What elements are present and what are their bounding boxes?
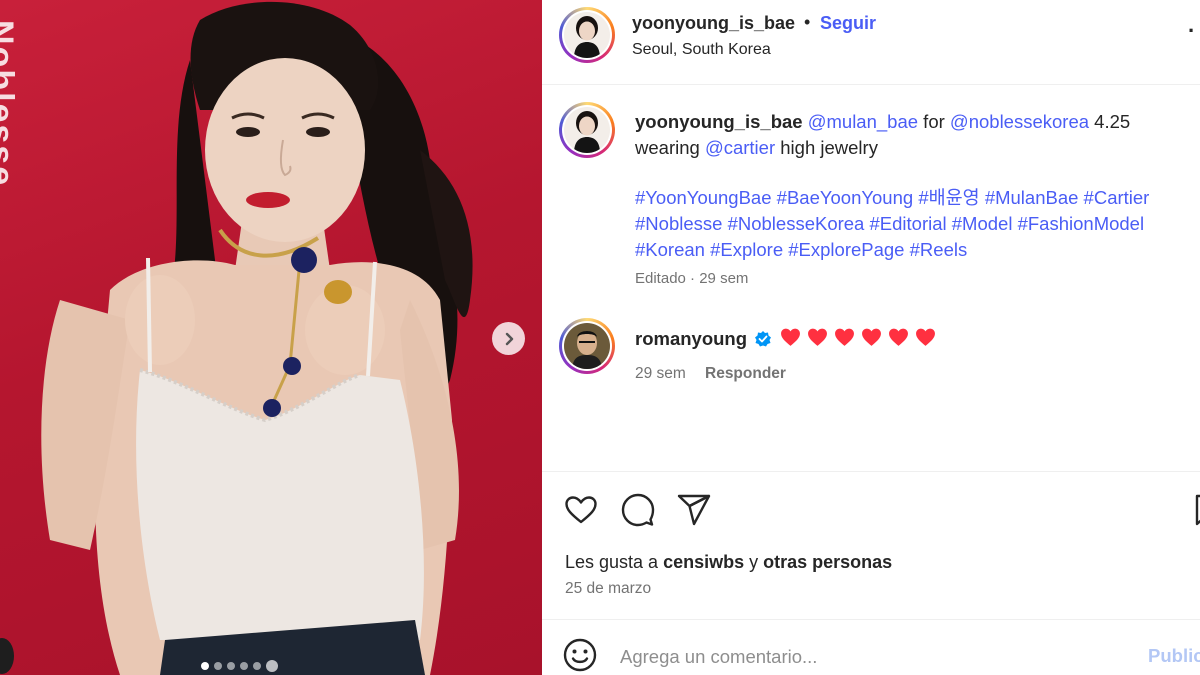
likes-middle: y — [744, 552, 764, 572]
avatar-photo — [564, 12, 610, 58]
hashtag-link[interactable]: #Model — [952, 213, 1013, 234]
liker-username[interactable]: censiwbs — [663, 552, 744, 572]
red-heart-icon — [889, 328, 908, 346]
commenter-avatar[interactable] — [559, 318, 615, 374]
mention-link[interactable]: @mulan_bae — [808, 111, 918, 132]
post-author-username[interactable]: yoonyoung_is_bae — [632, 13, 795, 34]
carousel-dot — [266, 660, 278, 672]
hashtag-list: #YoonYoungBae #BaeYoonYoung #배윤영 #MulanB… — [635, 185, 1195, 263]
likes-prefix: Les gusta a — [565, 552, 664, 572]
more-options-button[interactable]: · — [1188, 18, 1195, 44]
avatar-photo — [564, 323, 610, 369]
other-likers-link[interactable]: otras personas — [763, 552, 892, 572]
carousel-dot — [201, 662, 209, 670]
avatar-photo — [564, 107, 610, 153]
verified-badge-icon — [755, 331, 771, 347]
publish-comment-button[interactable]: Publicar — [1148, 645, 1200, 667]
red-heart-icon — [808, 328, 827, 346]
like-button[interactable] — [563, 492, 599, 528]
bookmark-icon — [1195, 494, 1200, 526]
post-header: yoonyoung_is_bae • Seguir Seoul, South K… — [542, 0, 1200, 85]
mention-link[interactable]: @noblessekorea — [950, 111, 1089, 132]
next-slide-button[interactable] — [492, 322, 525, 355]
carousel-dot — [214, 662, 222, 670]
hashtag-link[interactable]: #BaeYoonYoung — [777, 187, 914, 208]
header-separator: • — [804, 12, 811, 32]
carousel-dot — [253, 662, 261, 670]
heart-icon — [565, 496, 597, 524]
red-heart-icon — [862, 328, 881, 346]
divider — [542, 619, 1200, 620]
comment-age: 29 sem — [635, 365, 686, 382]
hashtag-link[interactable]: #YoonYoungBae — [635, 187, 772, 208]
caption-age: 29 sem — [699, 270, 749, 287]
smiley-icon — [563, 638, 597, 672]
meta-separator: · — [685, 270, 700, 287]
divider — [542, 471, 1200, 472]
comment-text — [780, 327, 936, 348]
hashtag-link[interactable]: #배윤영 — [918, 187, 979, 208]
red-heart-icon — [781, 328, 800, 346]
red-heart-icon — [835, 328, 854, 346]
reply-button[interactable]: Responder — [705, 365, 786, 383]
hashtag-link[interactable]: #Reels — [910, 239, 968, 260]
carousel-dot — [227, 662, 235, 670]
post-caption: yoonyoung_is_bae @mulan_bae for @nobless… — [635, 109, 1195, 263]
caption-text: high jewelry — [775, 137, 878, 158]
hashtag-link[interactable]: #FashionModel — [1018, 213, 1145, 234]
hashtag-link[interactable]: #Cartier — [1084, 187, 1150, 208]
comment-bubble-icon — [621, 493, 655, 527]
hashtag-link[interactable]: #Korean — [635, 239, 705, 260]
save-button[interactable] — [1188, 492, 1200, 528]
comment-input[interactable] — [620, 643, 1140, 671]
post-media: Noblesse — [0, 0, 542, 675]
follow-button[interactable]: Seguir — [820, 13, 876, 34]
caption-meta: Editado · 29 sem — [635, 270, 748, 287]
hashtag-link[interactable]: #Noblesse — [635, 213, 722, 234]
likes-summary: Les gusta a censiwbs y otras personas — [565, 552, 892, 573]
caption-avatar[interactable] — [559, 102, 615, 158]
chevron-right-icon — [505, 332, 513, 345]
comment-button[interactable] — [620, 492, 656, 528]
caption-username[interactable]: yoonyoung_is_bae — [635, 111, 803, 132]
carousel-dot — [240, 662, 248, 670]
mention-link[interactable]: @cartier — [705, 137, 775, 158]
emoji-button[interactable] — [563, 638, 599, 674]
carousel-indicator — [201, 660, 278, 672]
caption-text: for — [918, 111, 950, 132]
hashtag-link[interactable]: #Editorial — [869, 213, 946, 234]
post-photo — [41, 1, 473, 675]
post-date: 25 de marzo — [565, 580, 652, 597]
commenter-username[interactable]: romanyoung — [635, 328, 747, 350]
post-location[interactable]: Seoul, South Korea — [632, 41, 771, 59]
post-panel: yoonyoung_is_bae • Seguir Seoul, South K… — [542, 0, 1200, 675]
edited-label: Editado — [635, 270, 686, 287]
share-button[interactable] — [676, 492, 712, 528]
hashtag-link[interactable]: #MulanBae — [985, 187, 1079, 208]
avatar[interactable] — [559, 7, 615, 63]
hashtag-link[interactable]: #ExplorePage — [788, 239, 904, 260]
red-heart-icon — [916, 328, 935, 346]
hashtag-link[interactable]: #NoblesseKorea — [728, 213, 865, 234]
paper-plane-icon — [677, 494, 711, 526]
hashtag-link[interactable]: #Explore — [710, 239, 783, 260]
